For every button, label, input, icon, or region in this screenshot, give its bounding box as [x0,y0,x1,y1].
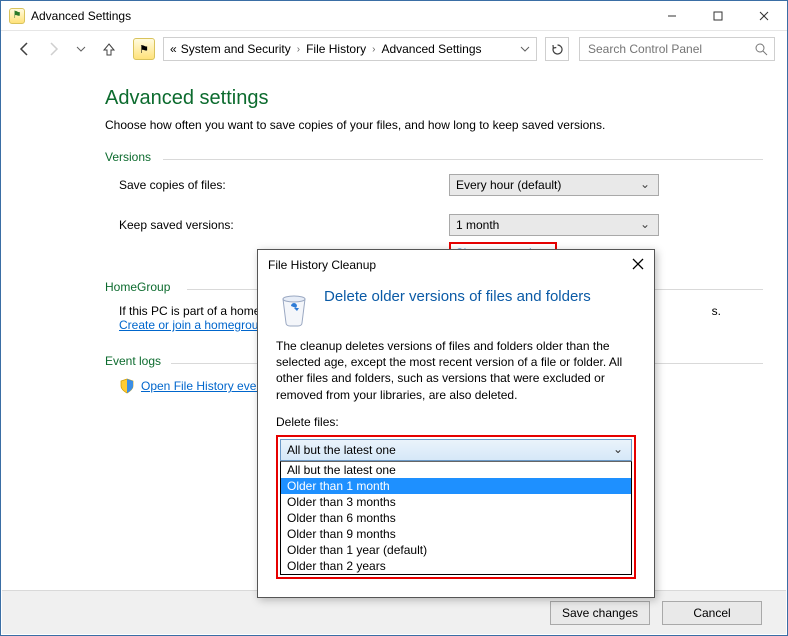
nav-toolbar: ⚑ « System and Security › File History ›… [1,31,787,67]
control-panel-window: ⚑ Advanced Settings ⚑ « [0,0,788,636]
close-icon [632,258,644,270]
control-panel-icon: ⚑ [9,8,25,24]
dropdown-option[interactable]: All but the latest one [281,462,631,478]
delete-files-value: All but the latest one [287,443,396,457]
delete-files-dropdown[interactable]: All but the latest oneOlder than 1 month… [280,461,632,575]
back-button[interactable] [13,37,37,61]
breadcrumb-sep-2: › [370,44,377,55]
dialog-close-button[interactable] [632,257,644,274]
chevron-down-icon[interactable] [520,44,530,54]
minimize-button[interactable] [649,1,695,31]
dialog-titlebar: File History Cleanup [258,250,654,280]
dropdown-option[interactable]: Older than 1 year (default) [281,542,631,558]
eventlog-link[interactable]: Open File History event [141,379,266,393]
page-subtitle: Choose how often you want to save copies… [105,118,763,132]
breadcrumb-item-3[interactable]: Advanced Settings [381,42,481,56]
delete-files-label: Delete files: [276,415,636,429]
refresh-icon [551,43,564,56]
maximize-icon [713,11,723,21]
cleanup-dialog: File History Cleanup Delete older versio… [257,249,655,598]
close-icon [759,11,769,21]
address-icon: ⚑ [133,38,155,60]
forward-button[interactable] [41,37,65,61]
close-button[interactable] [741,1,787,31]
dropdown-option[interactable]: Older than 2 years [281,558,631,574]
save-copies-select[interactable]: Every hour (default) [449,174,659,196]
dropdown-option[interactable]: Older than 3 months [281,494,631,510]
dialog-heading: Delete older versions of files and folde… [324,288,591,305]
cancel-label: Cancel [693,606,730,620]
cancel-button[interactable]: Cancel [662,601,762,625]
homegroup-link[interactable]: Create or join a homegrou [119,318,258,332]
dropdown-option[interactable]: Older than 9 months [281,526,631,542]
dropdown-option[interactable]: Older than 6 months [281,510,631,526]
breadcrumb-item-1[interactable]: System and Security [181,42,291,56]
save-copies-value: Every hour (default) [456,178,561,192]
breadcrumb-sep-1: › [295,44,302,55]
group-versions-label: Versions [105,150,763,164]
dropdown-option[interactable]: Older than 1 month [281,478,631,494]
forward-arrow-icon [45,41,61,57]
save-changes-label: Save changes [562,606,638,620]
recycle-bin-icon [276,288,312,328]
keep-versions-row: Keep saved versions: 1 month [119,214,763,236]
homegroup-line: If this PC is part of a homeg [119,304,267,318]
shield-icon [119,378,135,394]
delete-files-select[interactable]: All but the latest one [280,439,632,461]
homegroup-trailing: s. [712,304,721,318]
dialog-description: The cleanup deletes versions of files an… [276,338,636,403]
dialog-body: Delete older versions of files and folde… [258,280,654,597]
window-controls [649,1,787,31]
keep-versions-select[interactable]: 1 month [449,214,659,236]
maximize-button[interactable] [695,1,741,31]
search-icon[interactable] [755,43,768,56]
keep-versions-value: 1 month [456,218,499,232]
search-input[interactable] [586,41,755,57]
breadcrumb-chev: « [170,42,177,56]
minimize-icon [667,11,677,21]
save-copies-label: Save copies of files: [119,178,449,192]
up-arrow-icon [102,42,116,56]
highlight-box-dropdown: All but the latest one All but the lates… [276,435,636,579]
refresh-button[interactable] [545,37,569,61]
recent-dropdown[interactable] [69,37,93,61]
search-box[interactable] [579,37,775,61]
dialog-head-row: Delete older versions of files and folde… [276,288,636,328]
dialog-title: File History Cleanup [268,258,376,272]
titlebar: ⚑ Advanced Settings [1,1,787,31]
save-changes-button[interactable]: Save changes [550,601,650,625]
window-title: Advanced Settings [31,9,131,23]
breadcrumb-item-2[interactable]: File History [306,42,366,56]
chevron-down-icon [76,44,86,54]
page-title: Advanced settings [105,87,763,110]
back-arrow-icon [17,41,33,57]
up-button[interactable] [97,37,121,61]
save-copies-row: Save copies of files: Every hour (defaul… [119,174,763,196]
breadcrumb[interactable]: « System and Security › File History › A… [163,37,537,61]
keep-versions-label: Keep saved versions: [119,218,449,232]
